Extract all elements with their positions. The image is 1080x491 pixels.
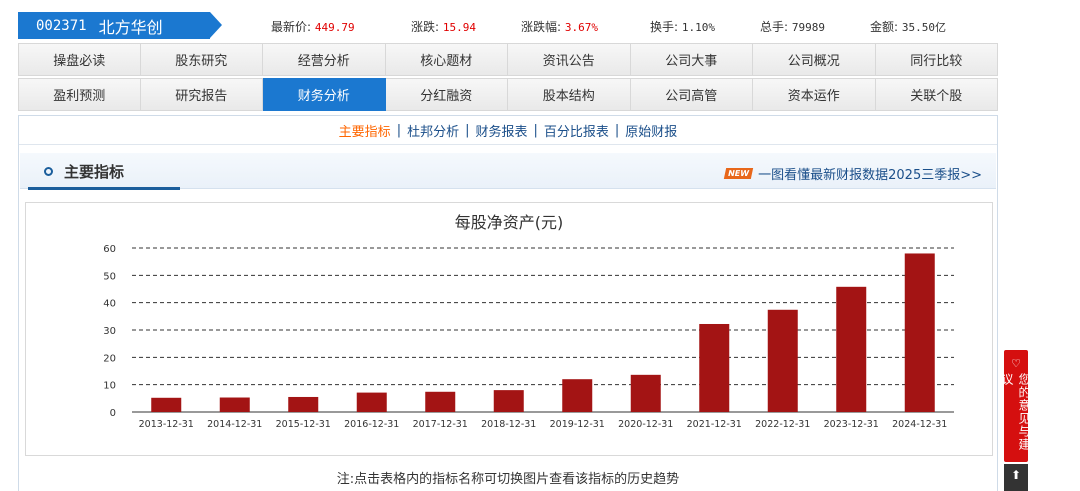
quote-bar: 002371 北方华创 最新价: 449.79 涨跌: 15.94 涨跌幅: 3… — [18, 10, 998, 40]
bar — [836, 286, 867, 412]
quote-change: 涨跌: 15.94 — [411, 20, 476, 34]
tab-r1-4[interactable]: 资讯公告 — [508, 43, 631, 76]
chart-note: 注:点击表格内的指标名称可切换图片查看该指标的历史趋势 — [336, 472, 680, 487]
x-tick-label: 2015-12-31 — [276, 419, 331, 430]
bar — [288, 396, 319, 412]
bar — [562, 379, 593, 412]
x-tick-label: 2020-12-31 — [618, 419, 673, 430]
stock-tag[interactable]: 002371 北方华创 — [18, 12, 222, 39]
pct-value: 3.67% — [564, 21, 598, 34]
chart-title: 每股净资产(元) — [455, 213, 564, 232]
bar — [425, 391, 456, 412]
arrow-up-icon: ⬆ — [1010, 468, 1022, 482]
subnav-link-1[interactable]: 杜邦分析 — [401, 121, 465, 140]
quote-pct: 涨跌幅: 3.67% — [521, 20, 598, 34]
tab-r2-3[interactable]: 分红融资 — [385, 78, 508, 111]
bar — [767, 309, 798, 412]
nav-row-1: 操盘必读 股东研究 经营分析 核心题材 资讯公告 公司大事 公司概况 同行比较 — [18, 43, 998, 76]
tab-r1-6[interactable]: 公司概况 — [753, 43, 876, 76]
y-tick-label: 50 — [103, 271, 116, 282]
amount-value: 35.50亿 — [901, 21, 946, 34]
chat-icon: ♡ — [1011, 357, 1021, 370]
subnav-link-0[interactable]: 主要指标 — [333, 121, 397, 140]
section-header: 主要指标 NEW 一图看懂最新财报数据2025三季报>> — [20, 153, 996, 190]
x-tick-label: 2017-12-31 — [413, 419, 468, 430]
tab-r2-4[interactable]: 股本结构 — [508, 78, 631, 111]
tab-r1-1[interactable]: 股东研究 — [140, 43, 263, 76]
subnav-link-2[interactable]: 财务报表 — [469, 121, 533, 140]
bar — [219, 397, 250, 412]
content-panel: 主要指标 | 杜邦分析 | 财务报表 | 百分比报表 | 原始财报 主要指标 NEW 一图看懂最… — [18, 115, 998, 491]
x-tick-label: 2018-12-31 — [481, 419, 536, 430]
change-value: 15.94 — [442, 21, 476, 34]
y-tick-label: 60 — [103, 244, 116, 255]
tab-r1-5[interactable]: 公司大事 — [630, 43, 753, 76]
quote-price: 最新价: 449.79 — [271, 20, 355, 34]
tab-r1-3[interactable]: 核心题材 — [385, 43, 508, 76]
tab-r2-2[interactable]: 财务分析 — [263, 78, 386, 111]
tab-r2-7[interactable]: 关联个股 — [875, 78, 998, 111]
volume-value: 79989 — [791, 21, 825, 34]
y-tick-label: 20 — [103, 353, 116, 364]
promo-text: 一图看懂最新财报数据2025三季报>> — [758, 168, 982, 183]
bar — [699, 323, 730, 412]
sub-nav: 主要指标 | 杜邦分析 | 财务报表 | 百分比报表 | 原始财报 — [19, 116, 997, 145]
tab-r2-6[interactable]: 资本运作 — [753, 78, 876, 111]
feedback-button[interactable]: ♡ 您的意见与建议 — [1000, 350, 1031, 462]
section-title: 主要指标 — [64, 163, 125, 181]
nav-row-2: 盈利预测 研究报告 财务分析 分红融资 股本结构 公司高管 资本运作 关联个股 — [18, 78, 998, 111]
y-tick-label: 10 — [103, 381, 116, 392]
bar — [630, 374, 661, 412]
circle-icon — [44, 167, 53, 176]
feedback-text: 您的意见与建议 — [1000, 373, 1031, 451]
tab-r2-5[interactable]: 公司高管 — [630, 78, 753, 111]
x-tick-label: 2022-12-31 — [755, 419, 810, 430]
tab-r2-0[interactable]: 盈利预测 — [18, 78, 141, 111]
subnav-link-3[interactable]: 百分比报表 — [538, 121, 615, 140]
bar — [493, 390, 524, 412]
turnover-value: 1.10% — [681, 21, 715, 34]
x-tick-label: 2014-12-31 — [207, 419, 262, 430]
x-tick-label: 2019-12-31 — [550, 419, 605, 430]
x-tick-label: 2024-12-31 — [892, 419, 947, 430]
bar — [904, 253, 935, 412]
x-tick-label: 2016-12-31 — [344, 419, 399, 430]
x-tick-label: 2023-12-31 — [824, 419, 879, 430]
quote-turnover: 换手: 1.10% — [650, 20, 715, 34]
subnav-link-4[interactable]: 原始财报 — [619, 121, 683, 140]
quote-amount: 金额: 35.50亿 — [870, 20, 946, 34]
bar — [151, 397, 182, 412]
tab-r2-1[interactable]: 研究报告 — [140, 78, 263, 111]
promo-link[interactable]: NEW 一图看懂最新财报数据2025三季报>> — [723, 164, 982, 183]
bar — [356, 392, 387, 412]
price-value: 449.79 — [314, 21, 355, 34]
section-underline — [28, 187, 180, 190]
new-badge-icon: NEW — [723, 168, 754, 179]
y-tick-label: 30 — [103, 326, 116, 337]
quote-volume: 总手: 79989 — [760, 20, 825, 34]
back-to-top-button[interactable]: ⬆ — [1004, 464, 1028, 491]
tab-r1-2[interactable]: 经营分析 — [263, 43, 386, 76]
stock-code: 002371 — [36, 17, 87, 34]
bar-chart: 每股净资产(元) 0 10 20 30 40 50 60 2013-12-31 2014-12-3… — [103, 213, 954, 430]
x-tick-label: 2013-12-31 — [139, 419, 194, 430]
stock-name: 北方华创 — [98, 17, 163, 37]
chart-box: 每股净资产(元) 0 10 20 30 40 50 60 2013-12-31 2014-12-3… — [25, 202, 993, 456]
x-tick-label: 2021-12-31 — [687, 419, 742, 430]
tab-r1-0[interactable]: 操盘必读 — [18, 43, 141, 76]
y-tick-label: 40 — [103, 299, 116, 310]
y-tick-label: 0 — [110, 408, 116, 419]
tab-r1-7[interactable]: 同行比较 — [875, 43, 998, 76]
